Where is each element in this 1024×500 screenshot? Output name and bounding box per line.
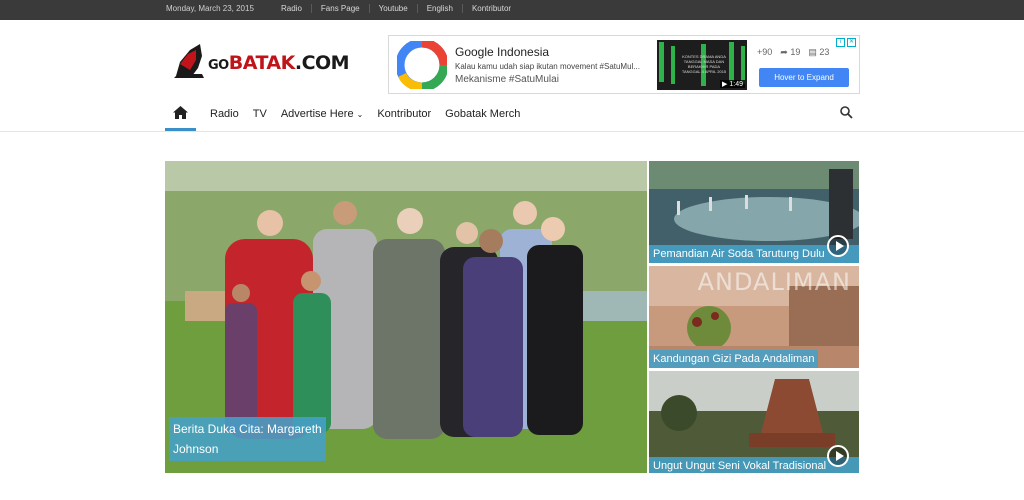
ad-social-stats: +90 ➦ 19 ▤ 23 <box>757 47 829 58</box>
share-stat: ➦ 19 <box>780 47 801 57</box>
ad-hashtag: Mekanisme #SatuMulai <box>455 74 559 85</box>
main-navigation: Radio TV Advertise Here ⌄ Kontributor Go… <box>0 96 1024 132</box>
andaliman-overlay-text: ANDALIMAN <box>697 268 851 296</box>
top-link-kontributor[interactable]: Kontributor <box>461 4 520 13</box>
logo-text: GOBATAK.COM <box>208 52 350 74</box>
ad-video-thumbnail[interactable]: KONTES DRAMA ANDA TANGGAL MASA DAN BERAK… <box>657 40 747 90</box>
nav-item-tv[interactable]: TV <box>253 108 267 120</box>
side-post-2[interactable]: ANDALIMAN Kandungan Gizi Pada Andaliman <box>649 266 859 368</box>
nav-item-advertise-here[interactable]: Advertise Here ⌄ <box>281 108 364 120</box>
chevron-down-icon: ⌄ <box>356 110 364 119</box>
search-icon[interactable] <box>840 106 853 119</box>
nav-home[interactable] <box>165 97 196 131</box>
current-date: Monday, March 23, 2015 <box>166 4 254 13</box>
batak-house-icon <box>174 44 204 78</box>
video-duration: ▶ 1:49 <box>720 80 745 88</box>
top-link-english[interactable]: English <box>416 4 462 13</box>
play-video-icon[interactable] <box>827 235 849 257</box>
ad-title[interactable]: Google Indonesia <box>455 45 549 59</box>
top-links: Radio Fans Page Youtube English Kontribu… <box>272 4 520 13</box>
featured-post[interactable]: Berita Duka Cita: Margareth Johnson <box>165 161 647 473</box>
ad-description: Kalau kamu udah siap ikutan movement #Sa… <box>455 62 640 71</box>
hover-to-expand-button[interactable]: Hover to Expand <box>759 68 849 87</box>
top-link-radio[interactable]: Radio <box>272 4 311 13</box>
google-plus-logo-icon <box>397 41 447 89</box>
nav-item-radio[interactable]: Radio <box>210 108 239 120</box>
top-bar: Monday, March 23, 2015 Radio Fans Page Y… <box>0 0 1024 20</box>
site-logo[interactable]: GOBATAK.COM <box>172 38 350 80</box>
nav-item-kontributor[interactable]: Kontributor <box>377 108 431 120</box>
nav-item-gobatak-merch[interactable]: Gobatak Merch <box>445 108 520 120</box>
play-video-icon[interactable] <box>827 445 849 467</box>
google-ad-banner[interactable]: Google Indonesia Kalau kamu udah siap ik… <box>388 35 860 94</box>
comment-stat: ▤ 23 <box>808 47 830 57</box>
comment-icon: ▤ <box>808 47 817 57</box>
plus-count: +90 <box>757 47 773 57</box>
share-icon: ➦ <box>780 47 788 57</box>
ad-video-text: KONTES DRAMA ANDA TANGGAL MASA DAN BERAK… <box>681 54 727 74</box>
side-post-1[interactable]: Pemandian Air Soda Tarutung Dulu Dan... <box>649 161 859 263</box>
ad-info-controls: i ✕ <box>836 38 856 47</box>
featured-caption[interactable]: Berita Duka Cita: Margareth Johnson <box>169 417 326 461</box>
ad-close-icon[interactable]: ✕ <box>847 38 856 47</box>
top-link-youtube[interactable]: Youtube <box>368 4 417 13</box>
side-post-2-title[interactable]: Kandungan Gizi Pada Andaliman <box>649 350 819 368</box>
ad-choices-icon[interactable]: i <box>836 38 845 47</box>
side-post-3[interactable]: Ungut Ungut Seni Vokal Tradisional Tapan… <box>649 371 859 473</box>
top-link-fans-page[interactable]: Fans Page <box>310 4 369 13</box>
home-icon <box>173 106 188 119</box>
